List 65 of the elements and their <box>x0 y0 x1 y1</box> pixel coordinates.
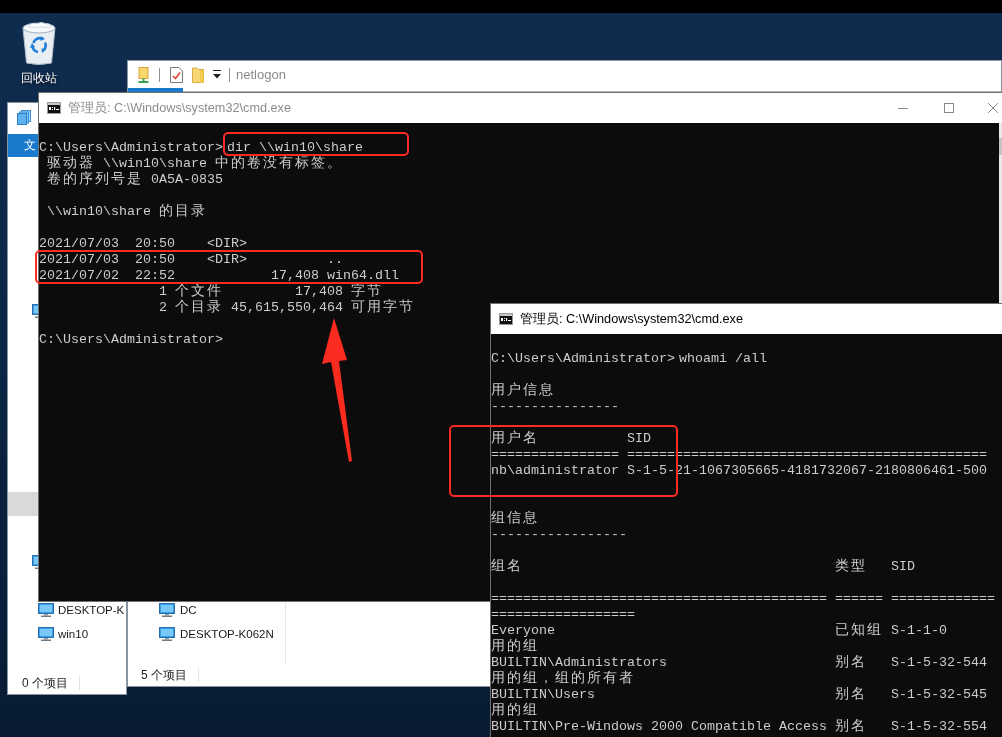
console-command: dir \\win10\share <box>226 140 363 154</box>
console-icon <box>499 313 513 325</box>
console-line: ---------------- <box>491 399 619 413</box>
console-line: 2021/07/02 22:52 17,408 win64.dll <box>39 268 399 282</box>
console-cell: SID <box>891 559 915 573</box>
console-cell: BUILTIN\Pre-Windows 2000 Compatible Access <box>491 719 827 733</box>
console-line: 2021/07/03 20:50 <DIR> .. <box>39 252 343 266</box>
window-title: 管理员: C:\Windows\system32\cmd.exe <box>520 310 744 328</box>
console-prompt: C:\Users\Administrator> <box>39 140 223 154</box>
console-line: ========================================== ====== ============= <box>491 591 995 605</box>
caret-icon[interactable] <box>213 70 221 79</box>
console-cell: S-1-5-32-544 <box>891 655 987 669</box>
console-cell: S-1-5-32-545 <box>891 687 987 701</box>
console-prompt: C:\Users\Administrator> <box>39 332 223 346</box>
console-line: 驱动器 \\win10\share 中的卷没有标签。 <box>46 156 343 170</box>
computer-icon <box>38 627 54 641</box>
console-command: whoami /all <box>678 351 767 365</box>
status-text: 0 个项目 <box>22 674 68 692</box>
console-cell: S-1-1-0 <box>891 623 947 637</box>
console-line: 用户信息 <box>491 383 555 397</box>
console-cell: 别名 <box>835 655 867 669</box>
console-line: 用户名 SID <box>491 431 651 445</box>
console-cell: Everyone <box>491 623 555 637</box>
shortcut-label: 回收站 <box>21 71 57 85</box>
checklist-icon[interactable] <box>170 66 183 83</box>
computer-icon <box>159 627 175 641</box>
recycle-bin-icon[interactable] <box>21 21 57 65</box>
console-line: 1 个文件 17,408 字节 <box>157 284 383 298</box>
file-item[interactable]: DESKTOP-K <box>38 602 125 618</box>
file-item[interactable]: win10 <box>38 626 89 642</box>
close-icon <box>988 103 998 113</box>
console-line: 卷的序列号是 0A5A-0835 <box>46 172 223 186</box>
status-text: 5 个项目 <box>141 666 187 684</box>
properties-icon[interactable] <box>138 66 149 83</box>
console-cell: 组名 <box>491 559 523 573</box>
scrollbar-thumb[interactable] <box>999 138 1002 155</box>
maximize-icon <box>944 103 954 113</box>
computer-icon <box>159 603 175 617</box>
window-title: 管理员: C:\Windows\system32\cmd.exe <box>68 99 292 117</box>
console-line: 用的组 <box>491 703 539 717</box>
console-line: ----------------- <box>491 527 627 541</box>
console-line: 2021/07/03 20:50 <DIR> <box>39 236 247 250</box>
window-icon <box>17 110 31 125</box>
console-cell: BUILTIN\Users <box>491 687 595 701</box>
minimize-icon <box>898 107 908 109</box>
folder-icon[interactable] <box>192 66 204 83</box>
window-title: netlogon <box>236 67 286 82</box>
computer-icon <box>38 603 54 617</box>
console-cell: 已知组 <box>835 623 883 637</box>
file-item[interactable]: DC <box>159 602 197 618</box>
console-cell: 别名 <box>835 719 867 733</box>
console-cell: 类型 <box>835 559 867 573</box>
console-prompt: C:\Users\Administrator> <box>491 351 675 365</box>
console-line: 用的组，组的所有者 <box>491 671 635 685</box>
console-cell: 别名 <box>835 687 867 701</box>
console-line: 组信息 <box>491 511 539 525</box>
console-line: 2 个目录 45,615,550,464 可用字节 <box>157 300 415 314</box>
ribbon-tab[interactable]: 文 <box>8 134 38 157</box>
console-cell: BUILTIN\Administrators <box>491 655 667 669</box>
file-item[interactable]: DESKTOP-K062N <box>159 626 274 642</box>
console-icon <box>47 102 61 114</box>
console-line: \\win10\share 的目录 <box>46 204 207 218</box>
console-cell: S-1-5-32-554 <box>891 719 987 733</box>
console-line: 用的组 <box>491 639 539 653</box>
console-line: ================== <box>491 607 635 621</box>
